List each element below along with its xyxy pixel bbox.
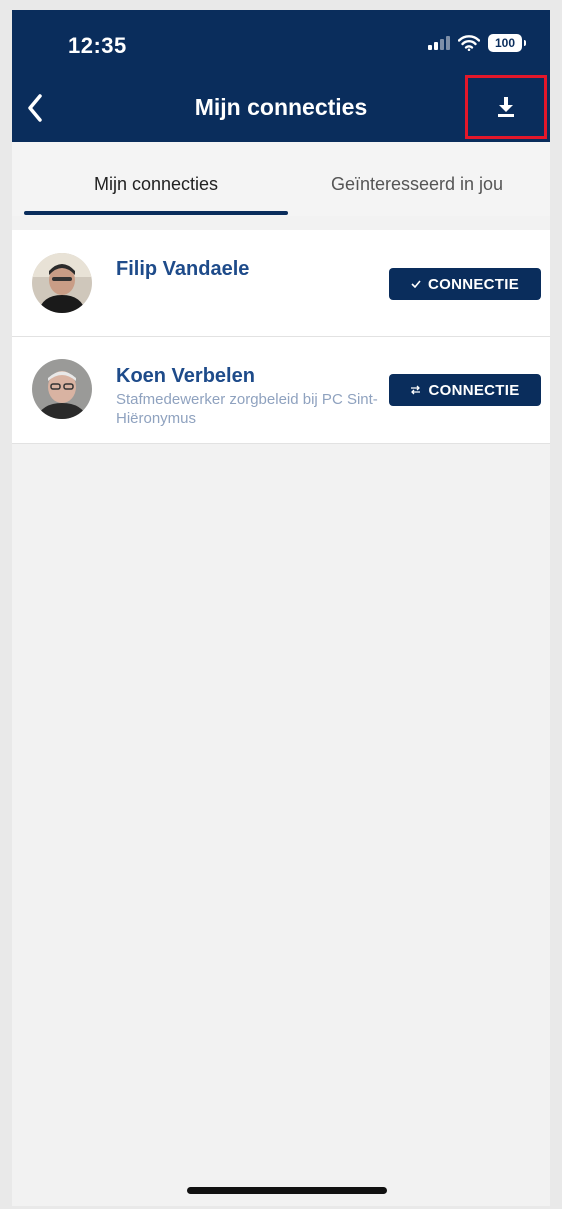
home-indicator[interactable] (187, 1187, 387, 1194)
tab-geinteresseerd-in-jou[interactable]: Geïnteresseerd in jou (284, 174, 550, 195)
status-icons: 100 (428, 34, 526, 52)
connection-button-label: CONNECTIE (428, 381, 520, 399)
avatar-image (32, 359, 92, 419)
download-button[interactable] (465, 75, 547, 139)
battery-level: 100 (494, 36, 516, 50)
tab-bar: Mijn connecties Geïnteresseerd in jou (12, 142, 550, 216)
status-time: 12:35 (68, 33, 127, 58)
swap-icon (410, 385, 421, 395)
download-icon (498, 97, 514, 117)
battery-icon: 100 (488, 34, 526, 52)
connection-button[interactable]: CONNECTIE (389, 268, 541, 300)
connection-button-label: CONNECTIE (427, 275, 520, 293)
list-item[interactable]: Filip Vandaele CONNECTIE (12, 230, 550, 337)
check-icon (411, 280, 421, 288)
connection-button[interactable]: CONNECTIE (389, 374, 541, 406)
app-header: 12:35 100 Mijn connecties (12, 10, 550, 142)
app-screen: 12:35 100 Mijn connecties Mijn connectie… (12, 10, 550, 1206)
connection-list: Filip Vandaele CONNECTIE Koen Verbelen S… (12, 230, 550, 444)
avatar[interactable] (32, 253, 92, 313)
connection-name[interactable]: Filip Vandaele (116, 258, 249, 281)
connection-name[interactable]: Koen Verbelen (116, 365, 255, 388)
tab-mijn-connecties[interactable]: Mijn connecties (24, 174, 288, 195)
avatar[interactable] (32, 359, 92, 419)
wifi-icon (458, 35, 480, 51)
list-item[interactable]: Koen Verbelen Stafmedewerker zorgbeleid … (12, 337, 550, 444)
connection-subtitle: Stafmedewerker zorgbeleid bij PC Sint-Hi… (116, 391, 378, 427)
signal-icon (428, 36, 450, 50)
active-tab-indicator (24, 211, 288, 215)
avatar-image (32, 253, 92, 313)
